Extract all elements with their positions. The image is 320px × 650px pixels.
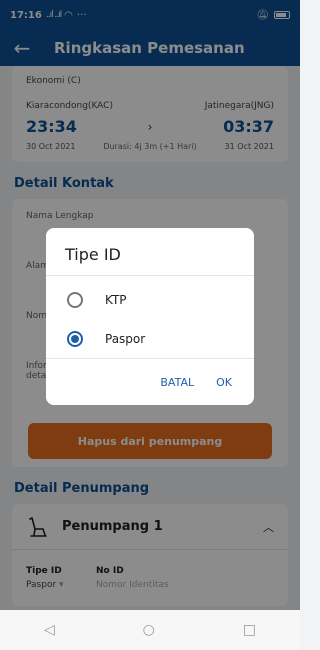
cancel-button[interactable]: BATAL <box>160 376 194 389</box>
radio-checked-icon[interactable] <box>67 330 83 347</box>
nav-recents-icon[interactable]: □ <box>243 622 256 638</box>
nav-home-icon[interactable]: ○ <box>143 622 155 638</box>
radio-unchecked-icon[interactable] <box>67 291 83 308</box>
nav-back-icon[interactable]: ◁ <box>44 622 55 638</box>
system-nav-bar: ◁ ○ □ <box>0 610 300 650</box>
id-type-dialog: Tipe ID KTP Paspor BATAL OK <box>46 228 254 405</box>
option-label: KTP <box>105 292 127 307</box>
dialog-title: Tipe ID <box>46 228 254 276</box>
option-ktp[interactable]: KTP <box>46 280 254 319</box>
option-paspor[interactable]: Paspor <box>46 319 254 358</box>
ok-button[interactable]: OK <box>216 376 232 389</box>
option-label: Paspor <box>105 331 146 346</box>
dialog-actions: BATAL OK <box>46 358 254 405</box>
